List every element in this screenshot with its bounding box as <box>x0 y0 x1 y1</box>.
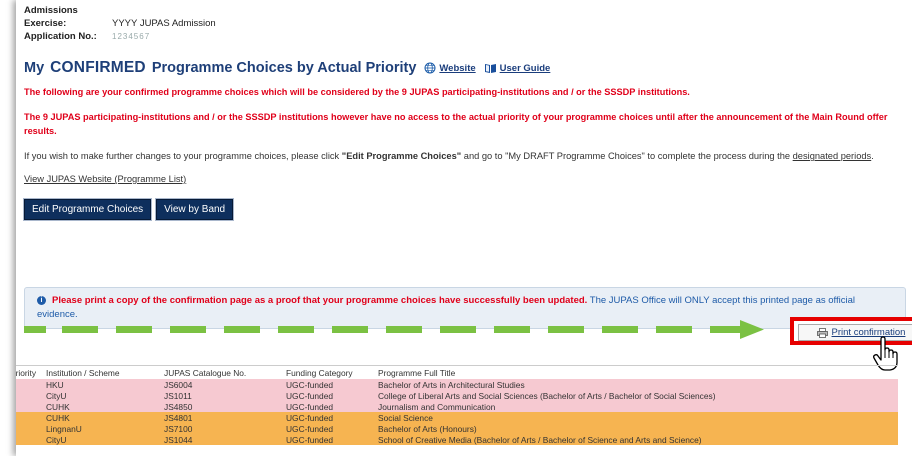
designated-periods-link[interactable]: designated periods <box>793 151 872 161</box>
edit-instruction-text: If you wish to make further changes to y… <box>24 151 342 161</box>
main-content: Admissions Exercise: YYYY JUPAS Admission… <box>24 4 906 339</box>
catalogue-cell: JS1044 <box>162 434 284 445</box>
priority-cell: 5 <box>16 423 44 434</box>
programme-title-cell: Social Science <box>376 412 898 423</box>
programme-title-cell: Journalism and Communication <box>376 401 898 412</box>
institution-cell: HKU <box>44 379 162 390</box>
action-buttons: Edit Programme Choices View by Band <box>24 199 906 220</box>
exercise-row: Admissions Exercise: YYYY JUPAS Admission <box>24 4 906 30</box>
edit-programme-choices-button[interactable]: Edit Programme Choices <box>24 199 152 220</box>
header-funding: Funding Category <box>284 365 376 379</box>
table-row: 4 CUHK JS4801 UGC-funded Social Science <box>16 412 898 423</box>
dashed-arrow-icon <box>24 320 764 339</box>
catalogue-cell: JS1011 <box>162 390 284 401</box>
confirmed-note: The following are your confirmed program… <box>24 87 690 97</box>
institution-cell: CUHK <box>44 412 162 423</box>
funding-cell: UGC-funded <box>284 412 376 423</box>
info-icon: i <box>37 296 46 305</box>
title-emphasis: CONFIRMED <box>50 59 146 76</box>
programme-title-cell: Bachelor of Arts (Honours) <box>376 423 898 434</box>
institution-cell: CUHK <box>44 401 162 412</box>
priority-cell: 6 <box>16 434 44 445</box>
priority-cell: 3 <box>16 401 44 412</box>
institution-cell: LingnanU <box>44 423 162 434</box>
edit-instruction: If you wish to make further changes to y… <box>24 149 906 163</box>
website-link-label[interactable]: Website <box>439 63 475 74</box>
table-row: 3 CUHK JS4850 UGC-funded Journalism and … <box>16 401 898 412</box>
globe-icon <box>424 62 436 74</box>
title-prefix: My <box>24 60 45 76</box>
table-row: 1 HKU JS6004 UGC-funded Bachelor of Arts… <box>16 379 898 390</box>
funding-cell: UGC-funded <box>284 434 376 445</box>
catalogue-cell: JS4801 <box>162 412 284 423</box>
header-programme-title: Programme Full Title <box>376 365 898 379</box>
application-number: 1234567 <box>112 32 151 41</box>
exercise-label: Admissions Exercise: <box>24 5 78 29</box>
funding-cell: UGC-funded <box>284 401 376 412</box>
funding-cell: UGC-funded <box>284 379 376 390</box>
application-label: Application No.: <box>24 31 97 42</box>
institution-cell: CityU <box>44 434 162 445</box>
programme-list-row: View JUPAS Website (Programme List) <box>24 174 906 184</box>
table-row: 6 CityU JS1044 UGC-funded School of Crea… <box>16 434 898 445</box>
catalogue-cell: JS7100 <box>162 423 284 434</box>
programme-list-link[interactable]: View JUPAS Website (Programme List) <box>24 174 186 184</box>
printer-icon <box>816 327 828 338</box>
funding-cell: UGC-funded <box>284 390 376 401</box>
priority-cell: 2 <box>16 390 44 401</box>
institution-cell: CityU <box>44 390 162 401</box>
edit-instruction-text-2: and go to "My DRAFT Programme Choices" t… <box>461 151 793 161</box>
funding-cell: UGC-funded <box>284 423 376 434</box>
programme-choices-table: Priority Institution / Scheme JUPAS Cata… <box>16 365 898 445</box>
application-row: Application No.: 1234567 <box>24 30 906 43</box>
book-icon <box>484 64 496 73</box>
priority-access-note: The 9 JUPAS participating-institutions a… <box>24 112 888 136</box>
edit-instruction-bold: "Edit Programme Choices" <box>341 151 462 161</box>
view-by-band-button[interactable]: View by Band <box>156 199 234 220</box>
header-institution: Institution / Scheme <box>44 365 162 379</box>
page-title: My CONFIRMED Programme Choices by Actual… <box>24 59 906 77</box>
priority-cell: 4 <box>16 412 44 423</box>
priority-cell: 1 <box>16 379 44 390</box>
user-guide-link[interactable]: User Guide <box>484 62 551 74</box>
table-row: 5 LingnanU JS7100 UGC-funded Bachelor of… <box>16 423 898 434</box>
title-suffix: Programme Choices by Actual Priority <box>151 60 417 76</box>
catalogue-cell: JS6004 <box>162 379 284 390</box>
programme-title-cell: College of Liberal Arts and Social Scien… <box>376 390 898 401</box>
page-frame: Admissions Exercise: YYYY JUPAS Admission… <box>16 0 912 456</box>
catalogue-cell: JS4850 <box>162 401 284 412</box>
table-row: 2 CityU JS1011 UGC-funded College of Lib… <box>16 390 898 401</box>
user-guide-link-label[interactable]: User Guide <box>500 63 551 74</box>
programme-title-cell: Bachelor of Arts in Architectural Studie… <box>376 379 898 390</box>
edit-instruction-end: . <box>871 151 874 161</box>
exercise-value: YYYY JUPAS Admission <box>112 18 216 29</box>
table-header-row: Priority Institution / Scheme JUPAS Cata… <box>16 365 898 379</box>
header-priority: Priority <box>16 365 44 379</box>
header-catalogue: JUPAS Catalogue No. <box>162 365 284 379</box>
website-link[interactable]: Website <box>424 62 476 74</box>
print-notice-red: Please print a copy of the confirmation … <box>52 295 588 306</box>
programme-title-cell: School of Creative Media (Bachelor of Ar… <box>376 434 898 445</box>
